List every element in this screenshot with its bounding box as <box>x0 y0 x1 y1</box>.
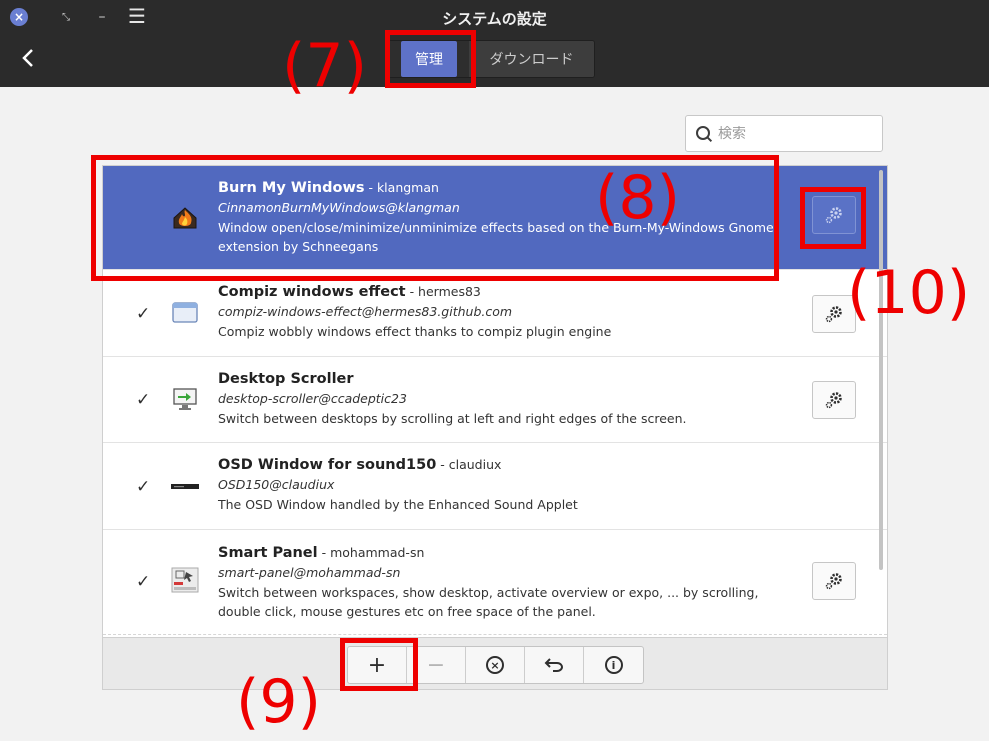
extension-uuid: OSD150@claudiux <box>218 477 335 492</box>
osd-bar-icon <box>171 484 199 489</box>
configure-button[interactable] <box>812 562 856 600</box>
enabled-check-icon: ✓ <box>136 572 151 592</box>
info-icon: i <box>604 656 623 674</box>
annotation-label-8: (8) <box>595 163 680 233</box>
extension-info: Compiz windows effect - hermes83 compiz-… <box>218 282 798 341</box>
extension-description: Switch between workspaces, show desktop,… <box>218 585 759 619</box>
tab-download[interactable]: ダウンロード <box>469 41 594 77</box>
configure-button[interactable] <box>812 381 856 419</box>
extension-description: The OSD Window handled by the Enhanced S… <box>218 497 578 512</box>
annotation-label-7: (7) <box>282 31 367 101</box>
extension-row-compiz[interactable]: ✓ Compiz windows effect - hermes83 compi… <box>103 270 887 357</box>
uninstall-button[interactable]: × <box>466 647 525 683</box>
search-icon <box>696 125 712 142</box>
window-title: システムの設定 <box>442 10 547 28</box>
info-button[interactable]: i <box>584 647 643 683</box>
list-scrollbar[interactable] <box>879 170 883 570</box>
extension-info: Desktop Scroller desktop-scroller@ccadep… <box>218 369 798 428</box>
extension-author: - claudiux <box>436 457 502 472</box>
chevron-left-icon <box>22 49 33 67</box>
headerbar: × ⤡ – ☰ システムの設定 管理 ダウンロード <box>0 0 989 87</box>
gears-icon <box>825 306 842 323</box>
extension-name: Smart Panel <box>218 545 318 561</box>
extension-info: Smart Panel - mohammad-sn smart-panel@mo… <box>218 543 798 621</box>
undo-icon <box>544 658 564 672</box>
search-box[interactable] <box>685 115 883 152</box>
extension-uuid: smart-panel@mohammad-sn <box>218 565 401 580</box>
extension-row-osd-window[interactable]: ✓ OSD Window for sound150 - claudiux OSD… <box>103 443 887 530</box>
smart-panel-icon <box>171 567 199 593</box>
extension-name: OSD Window for sound150 <box>218 457 437 473</box>
extension-description: Compiz wobbly windows effect thanks to c… <box>218 324 612 339</box>
extension-info: OSD Window for sound150 - claudiux OSD15… <box>218 455 798 514</box>
search-input[interactable] <box>718 125 868 142</box>
annotation-box-10 <box>800 187 866 249</box>
back-button[interactable] <box>16 46 40 70</box>
list-toolbar: + − × i <box>102 638 888 690</box>
extension-name: Desktop Scroller <box>218 371 354 387</box>
gears-icon <box>825 573 842 590</box>
extension-author: - mohammad-sn <box>317 545 425 560</box>
annotation-label-9: (9) <box>236 667 321 737</box>
window-icon <box>172 302 198 323</box>
uninstall-icon: × <box>486 656 504 674</box>
extension-author: - hermes83 <box>405 284 481 299</box>
extension-uuid: compiz-windows-effect@hermes83.github.co… <box>218 304 513 319</box>
monitor-arrow-icon <box>173 388 197 410</box>
list-end-divider <box>103 634 887 635</box>
annotation-label-10: (10) <box>847 258 971 328</box>
gears-icon <box>825 392 842 409</box>
extension-name: Compiz windows effect <box>218 284 406 300</box>
extension-row-desktop-scroller[interactable]: ✓ Desktop Scroller desktop-scroller@ccad… <box>103 357 887 443</box>
annotation-box-9 <box>340 638 418 691</box>
undo-button[interactable] <box>525 647 584 683</box>
extension-uuid: desktop-scroller@ccadeptic23 <box>218 391 407 406</box>
enabled-check-icon: ✓ <box>136 304 151 324</box>
annotation-box-7 <box>385 30 476 88</box>
extension-row-smart-panel[interactable]: ✓ Smart Panel - mohammad-sn smart-panel@… <box>103 530 887 634</box>
extension-description: Switch between desktops by scrolling at … <box>218 411 687 426</box>
enabled-check-icon: ✓ <box>136 390 151 410</box>
enabled-check-icon: ✓ <box>136 477 151 497</box>
